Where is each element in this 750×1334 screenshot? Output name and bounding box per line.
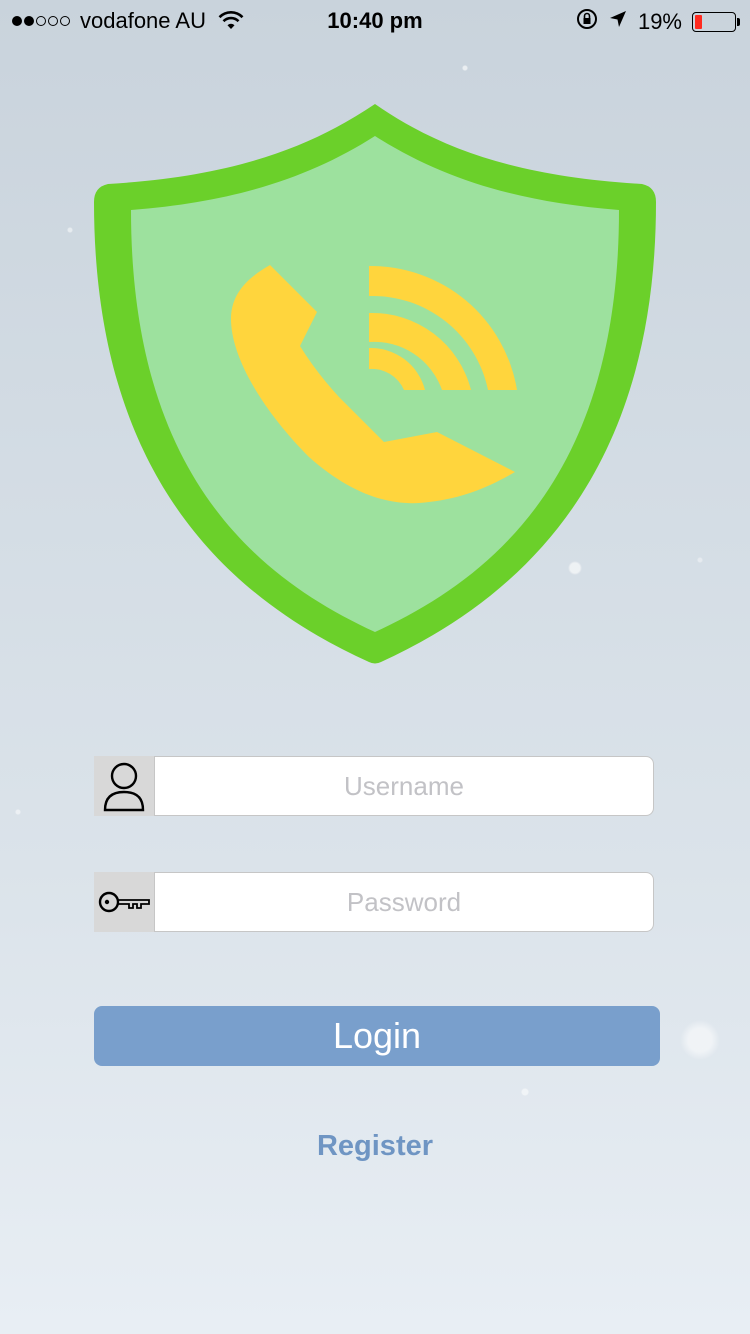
user-icon-box [94,756,154,816]
username-field [94,756,654,816]
shield-inner [131,136,619,632]
key-icon [98,891,150,913]
username-input[interactable] [154,756,654,816]
rotation-lock-icon [576,8,598,36]
battery-icon [692,12,740,32]
password-input[interactable] [154,872,654,932]
user-icon [103,762,145,812]
register-link[interactable]: Register [0,1130,750,1163]
battery-level [695,15,703,29]
login-button[interactable]: Login [94,1006,660,1066]
status-right: 19% [576,8,740,36]
password-field [94,872,654,932]
shield-phone-icon [94,104,656,664]
key-icon-box [94,872,154,932]
location-arrow-icon [608,9,628,35]
status-bar: vodafone AU 10:40 pm 19% [0,0,750,40]
app-logo [94,102,656,664]
battery-percent: 19% [637,9,682,34]
